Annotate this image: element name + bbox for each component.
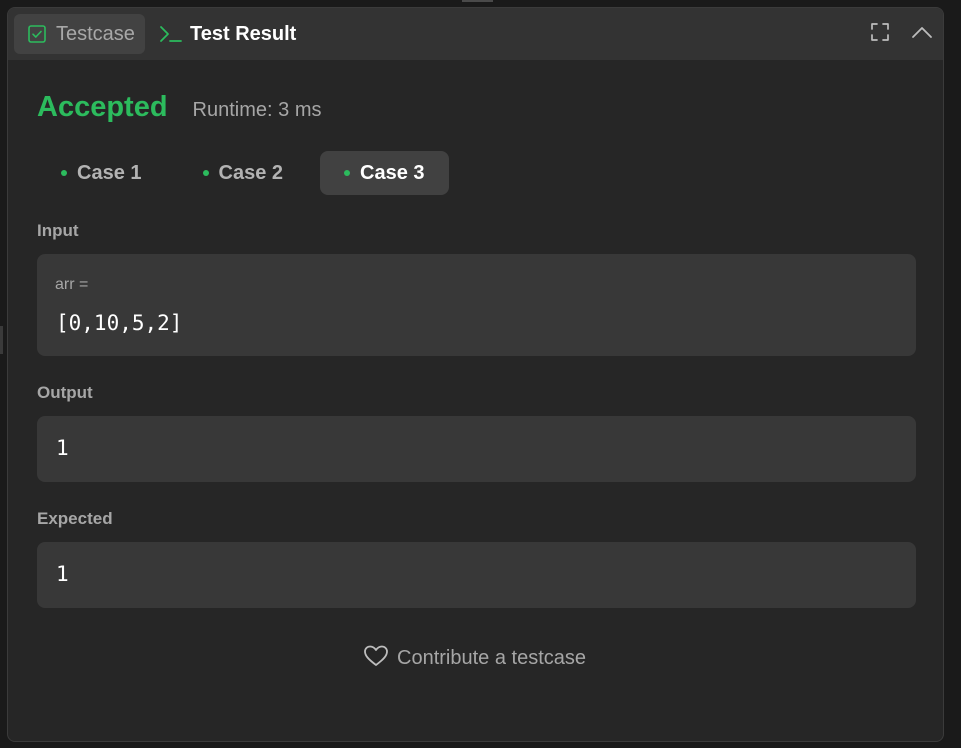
tab-test-result-label: Test Result	[190, 23, 297, 45]
output-label: Output	[37, 383, 93, 402]
case-tab-label: Case 2	[218, 161, 284, 184]
expected-value: 1	[56, 562, 69, 586]
checkbox-icon	[27, 24, 47, 44]
input-box: arr = [0,10,5,2]	[37, 254, 916, 356]
runtime-text: Runtime: 3 ms	[192, 99, 322, 121]
terminal-icon	[159, 24, 183, 44]
result-status-row: Accepted Runtime: 3 ms	[37, 90, 321, 124]
input-value: [0,10,5,2]	[56, 311, 183, 335]
status-accepted: Accepted	[37, 91, 168, 123]
input-var-name: arr =	[55, 276, 89, 293]
contribute-testcase-link[interactable]: Contribute a testcase	[363, 644, 586, 673]
passed-dot-icon	[202, 170, 209, 176]
output-value: 1	[56, 436, 69, 460]
output-box: 1	[37, 416, 916, 482]
panel-tab-bar: Testcase Test Result	[8, 8, 943, 60]
tab-testcase-label: Testcase	[56, 23, 135, 45]
expected-box: 1	[37, 542, 916, 608]
case-tab-2[interactable]: Case 2	[179, 151, 308, 195]
case-tab-label: Case 3	[360, 161, 425, 184]
case-tabs: Case 1 Case 2 Case 3	[37, 151, 462, 195]
tab-test-result[interactable]: Test Result	[147, 14, 308, 54]
chevron-up-icon	[911, 25, 933, 44]
expected-label: Expected	[37, 509, 113, 528]
heart-icon	[363, 644, 389, 673]
collapse-panel-button[interactable]	[909, 21, 935, 47]
input-label: Input	[37, 221, 79, 240]
fullscreen-button[interactable]	[867, 21, 893, 47]
fullscreen-icon	[870, 22, 890, 47]
test-result-panel: Testcase Test Result Accepted Runtime: 3…	[7, 7, 944, 742]
case-tab-3[interactable]: Case 3	[320, 151, 449, 195]
tab-testcase[interactable]: Testcase	[14, 14, 145, 54]
case-tab-label: Case 1	[77, 161, 142, 184]
passed-dot-icon	[344, 170, 350, 176]
passed-dot-icon	[61, 170, 67, 176]
top-resize-notch[interactable]	[462, 0, 493, 2]
case-tab-1[interactable]: Case 1	[37, 151, 166, 195]
contribute-label: Contribute a testcase	[397, 647, 586, 669]
left-resize-handle[interactable]	[0, 326, 3, 354]
